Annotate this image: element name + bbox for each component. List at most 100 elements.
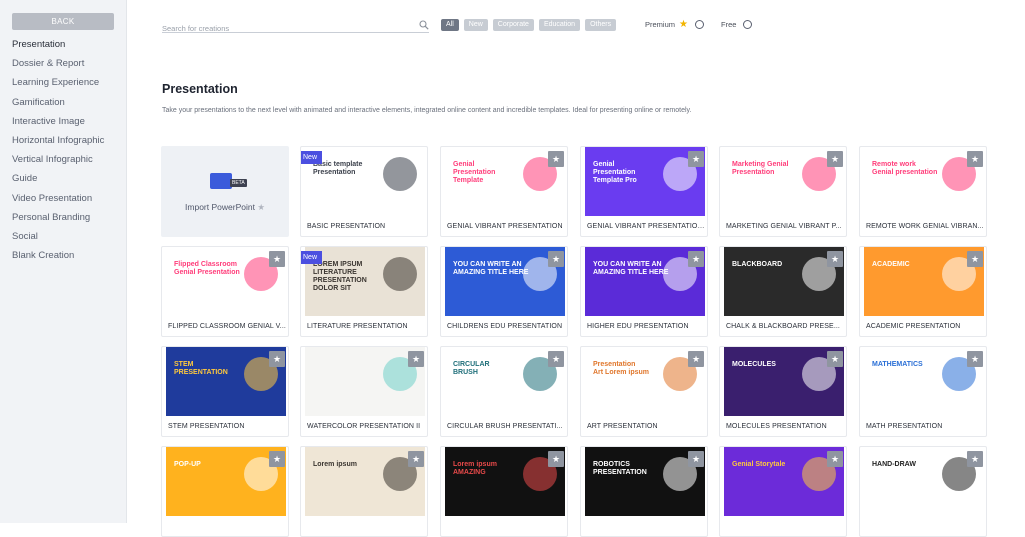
template-card[interactable]: LOREM IPSUM LITERATURE PRESENTATION DOLO… bbox=[300, 246, 428, 337]
template-card[interactable]: Basic template Presentation New BASIC PRES… bbox=[300, 146, 428, 237]
thumbnail-art: ROBOTICS PRESENTATION bbox=[585, 447, 705, 516]
favorite-star-icon[interactable]: ★ bbox=[827, 451, 843, 467]
favorite-star-icon[interactable]: ★ bbox=[827, 351, 843, 367]
sidebar-item[interactable]: Presentation bbox=[12, 38, 104, 57]
powerpoint-icon bbox=[210, 173, 232, 189]
thumbnail-illustration bbox=[383, 257, 417, 291]
favorite-star-icon[interactable]: ★ bbox=[688, 251, 704, 267]
template-card[interactable]: ROBOTICS PRESENTATION ★ bbox=[580, 446, 708, 537]
thumbnail-title: ROBOTICS PRESENTATION bbox=[593, 461, 647, 476]
template-card[interactable]: Flipped Classroom Genial Presentation ★ FL… bbox=[161, 246, 289, 337]
thumbnail-art: Presentation Art Lorem ipsum bbox=[585, 347, 705, 416]
thumbnail-title: Genial Presentation Template bbox=[453, 161, 496, 184]
template-card[interactable]: Presentation Art Lorem ipsum ★ ART PRESENT… bbox=[580, 346, 708, 437]
premium-option[interactable]: Premium ★ bbox=[645, 20, 704, 30]
sidebar-item[interactable]: Interactive Image bbox=[12, 115, 104, 134]
thumbnail-illustration bbox=[383, 157, 417, 191]
template-card[interactable]: ACADEMIC ★ ACADEMIC PRESENTATION bbox=[859, 246, 987, 337]
template-card[interactable]: MOLECULES ★ MOLECULES PRESENTATION bbox=[719, 346, 847, 437]
thumbnail-title: HAND-DRAW bbox=[872, 461, 916, 468]
template-title: REMOTE WORK GENIAL VIBRAN... bbox=[866, 223, 984, 230]
star-icon: ★ bbox=[257, 202, 265, 212]
free-option[interactable]: Free bbox=[721, 20, 753, 29]
favorite-star-icon[interactable]: ★ bbox=[548, 451, 564, 467]
thumbnail-art: ACADEMIC bbox=[864, 247, 984, 316]
template-card[interactable]: HAND-DRAW ★ bbox=[859, 446, 987, 537]
thumbnail-art bbox=[305, 347, 425, 416]
favorite-star-icon[interactable]: ★ bbox=[688, 351, 704, 367]
template-title: STEM PRESENTATION bbox=[168, 423, 245, 430]
favorite-star-icon[interactable]: ★ bbox=[408, 451, 424, 467]
template-title: HIGHER EDU PRESENTATION bbox=[587, 323, 689, 330]
import-label: Import PowerPoint ★ bbox=[161, 202, 289, 213]
thumbnail-title: LOREM IPSUM LITERATURE PRESENTATION DOLO… bbox=[313, 261, 367, 292]
favorite-star-icon[interactable]: ★ bbox=[548, 251, 564, 267]
template-card[interactable]: Lorem ipsum ★ bbox=[300, 446, 428, 537]
sidebar-item[interactable]: Horizontal Infographic bbox=[12, 134, 104, 153]
filter-chip[interactable]: Corporate bbox=[492, 19, 534, 31]
template-card[interactable]: STEM PRESENTATION ★ STEM PRESENTATION bbox=[161, 346, 289, 437]
sidebar-nav: Presentation Dossier & Report Learning Exp… bbox=[12, 38, 104, 268]
template-title: FLIPPED CLASSROOM GENIAL V... bbox=[168, 323, 286, 330]
thumbnail-title: STEM PRESENTATION bbox=[174, 361, 228, 376]
sidebar-item[interactable]: Video Presentation bbox=[12, 192, 104, 211]
back-button[interactable]: BACK bbox=[12, 13, 114, 30]
favorite-star-icon[interactable]: ★ bbox=[408, 351, 424, 367]
favorite-star-icon[interactable]: ★ bbox=[269, 451, 285, 467]
favorite-star-icon[interactable]: ★ bbox=[967, 251, 983, 267]
template-card[interactable]: Genial Presentation Template ★ GENIAL VIBR… bbox=[440, 146, 568, 237]
import-label-text: Import PowerPoint bbox=[185, 202, 255, 212]
sidebar-item[interactable]: Guide bbox=[12, 172, 104, 191]
premium-radio[interactable] bbox=[694, 20, 704, 29]
template-title: CHILDRENS EDU PRESENTATION bbox=[447, 323, 563, 330]
template-card[interactable]: CIRCULAR BRUSH ★ CIRCULAR BRUSH PRESENTATI… bbox=[440, 346, 568, 437]
filter-chip[interactable]: Education bbox=[538, 19, 581, 31]
favorite-star-icon[interactable]: ★ bbox=[688, 151, 704, 167]
import-powerpoint-card[interactable]: BETA Import PowerPoint ★ bbox=[161, 146, 289, 237]
template-title: ACADEMIC PRESENTATION bbox=[866, 323, 961, 330]
filter-chip[interactable]: New bbox=[463, 19, 488, 31]
sidebar-item[interactable]: Blank Creation bbox=[12, 249, 104, 268]
search-input[interactable] bbox=[162, 21, 412, 36]
template-title: CIRCULAR BRUSH PRESENTATI... bbox=[447, 423, 563, 430]
thumbnail-art: CIRCULAR BRUSH bbox=[445, 347, 565, 416]
template-card[interactable]: POP-UP ★ bbox=[161, 446, 289, 537]
section-description: Take your presentations to the next leve… bbox=[162, 107, 692, 114]
favorite-star-icon[interactable]: ★ bbox=[269, 251, 285, 267]
thumbnail-art: HAND-DRAW bbox=[864, 447, 984, 516]
favorite-star-icon[interactable]: ★ bbox=[827, 151, 843, 167]
favorite-star-icon[interactable]: ★ bbox=[967, 451, 983, 467]
template-card[interactable]: YOU CAN WRITE AN AMAZING TITLE HERE ★ CHIL… bbox=[440, 246, 568, 337]
favorite-star-icon[interactable]: ★ bbox=[548, 151, 564, 167]
template-card[interactable]: ★ WATERCOLOR PRESENTATION II bbox=[300, 346, 428, 437]
sidebar-item[interactable]: Learning Experience bbox=[12, 76, 104, 95]
sidebar-item[interactable]: Social bbox=[12, 230, 104, 249]
free-label: Free bbox=[721, 20, 737, 29]
free-radio[interactable] bbox=[743, 20, 753, 29]
template-card[interactable]: Genial Presentation Template Pro ★ GENIAL … bbox=[580, 146, 708, 237]
template-card[interactable]: MATHEMATICS ★ MATH PRESENTATION bbox=[859, 346, 987, 437]
favorite-star-icon[interactable]: ★ bbox=[967, 151, 983, 167]
sidebar-item[interactable]: Personal Branding bbox=[12, 211, 104, 230]
filter-chip[interactable]: All bbox=[441, 19, 459, 31]
search-icon[interactable] bbox=[419, 20, 429, 30]
template-card[interactable]: Genial Storytale ★ bbox=[719, 446, 847, 537]
thumbnail-art: YOU CAN WRITE AN AMAZING TITLE HERE bbox=[585, 247, 705, 316]
template-card[interactable]: BLACKBOARD ★ CHALK & BLACKBOARD PRESE... bbox=[719, 246, 847, 337]
sidebar-item[interactable]: Gamification bbox=[12, 96, 104, 115]
favorite-star-icon[interactable]: ★ bbox=[967, 351, 983, 367]
thumbnail-art: Flipped Classroom Genial Presentation bbox=[166, 247, 286, 316]
filter-chip[interactable]: Others bbox=[585, 19, 617, 31]
template-card[interactable]: Marketing Genial Presentation ★ MARKETING … bbox=[719, 146, 847, 237]
sidebar-item[interactable]: Vertical Infographic bbox=[12, 153, 104, 172]
thumbnail-title: MATHEMATICS bbox=[872, 361, 923, 368]
template-card[interactable]: Lorem ipsum AMAZING ★ bbox=[440, 446, 568, 537]
favorite-star-icon[interactable]: ★ bbox=[688, 451, 704, 467]
favorite-star-icon[interactable]: ★ bbox=[827, 251, 843, 267]
template-card[interactable]: YOU CAN WRITE AN AMAZING TITLE HERE ★ HIGH… bbox=[580, 246, 708, 337]
favorite-star-icon[interactable]: ★ bbox=[548, 351, 564, 367]
favorite-star-icon[interactable]: ★ bbox=[269, 351, 285, 367]
thumbnail-art: LOREM IPSUM LITERATURE PRESENTATION DOLO… bbox=[305, 247, 425, 316]
template-card[interactable]: Remote work Genial presentation ★ REMOTE W… bbox=[859, 146, 987, 237]
sidebar-item[interactable]: Dossier & Report bbox=[12, 57, 104, 76]
